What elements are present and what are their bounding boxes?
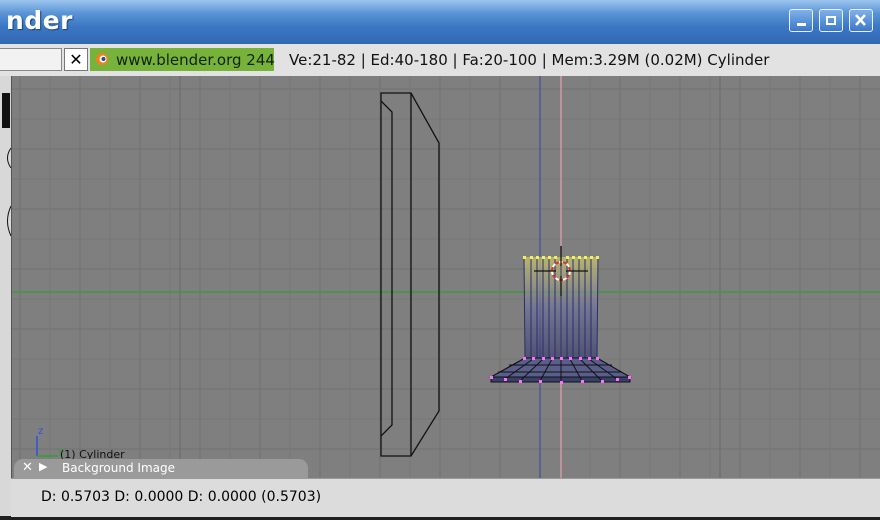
info-header: ✕ www.blender.org 244 Ve:21-82 | Ed:40-1… bbox=[0, 44, 880, 77]
collapsed-panel-icon bbox=[2, 93, 12, 237]
transform-readout: D: 0.5703 D: 0.0000 D: 0.0000 (0.5703) bbox=[41, 489, 322, 505]
close-icon bbox=[855, 14, 866, 26]
blender-logo-icon bbox=[96, 53, 108, 65]
minimize-icon bbox=[797, 23, 806, 26]
status-footer: D: 0.5703 D: 0.0000 D: 0.0000 (0.5703) bbox=[11, 478, 880, 517]
maximize-button[interactable] bbox=[819, 9, 843, 32]
close-window-button[interactable] bbox=[849, 9, 873, 32]
version-label: www.blender.org 244 bbox=[116, 51, 275, 69]
window-title: nder bbox=[6, 6, 73, 35]
close-header-button[interactable]: ✕ bbox=[64, 48, 88, 71]
scene-stats: Ve:21-82 | Ed:40-180 | Fa:20-100 | Mem:3… bbox=[289, 51, 770, 69]
viewport-drawing: z y bbox=[0, 76, 880, 478]
minimize-button[interactable] bbox=[789, 9, 813, 32]
cylinder-mesh[interactable] bbox=[489, 256, 632, 384]
title-bar: nder bbox=[0, 0, 880, 44]
expand-triangle-icon[interactable]: ▶ bbox=[39, 460, 47, 473]
background-image-panel[interactable]: ✕ ▶ Background Image bbox=[14, 459, 308, 478]
left-edge-panel bbox=[0, 76, 12, 516]
close-panel-icon[interactable]: ✕ bbox=[22, 460, 33, 475]
grid-lines bbox=[0, 76, 880, 478]
version-badge[interactable]: www.blender.org 244 bbox=[90, 48, 275, 71]
background-image-label: Background Image bbox=[62, 461, 175, 475]
3d-viewport[interactable]: z y bbox=[0, 76, 880, 478]
z-axis-label: z bbox=[38, 426, 43, 437]
maximize-icon bbox=[826, 16, 836, 25]
scene-name-field[interactable] bbox=[0, 48, 62, 71]
